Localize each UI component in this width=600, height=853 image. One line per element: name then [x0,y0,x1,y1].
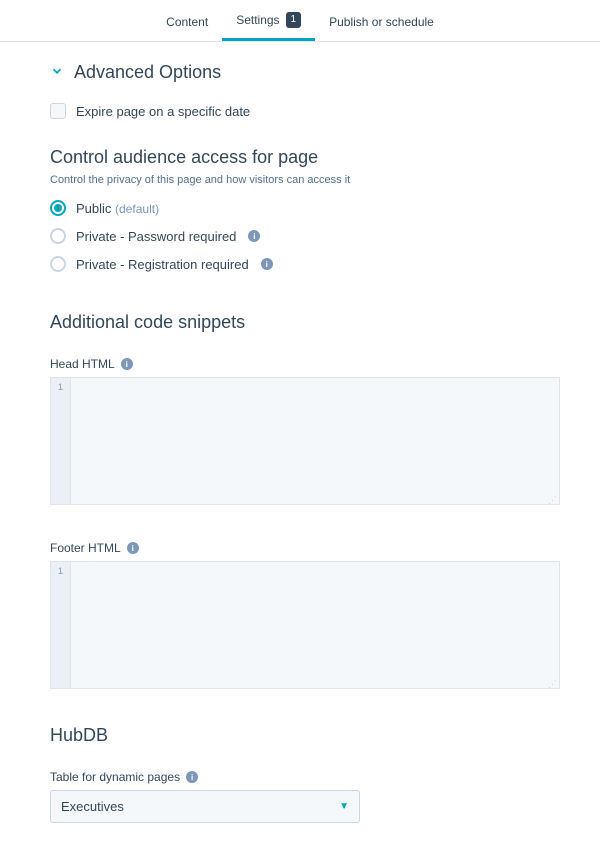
expire-checkbox[interactable] [50,103,66,119]
hubdb-table-label: Table for dynamic pages i [50,770,560,784]
head-html-textarea[interactable] [71,378,559,504]
radio-public-label: Public (default) [76,201,159,216]
tab-publish[interactable]: Publish or schedule [315,6,448,41]
tabs-nav: Content Settings 1 Publish or schedule [0,0,600,42]
radio-public[interactable] [50,200,66,216]
radio-private-registration[interactable] [50,256,66,272]
radio-private-password-label: Private - Password required [76,229,236,244]
editor-gutter: 1 [51,562,71,688]
audience-heading: Control audience access for page [50,147,560,168]
audience-radio-group: Public (default) Private - Password requ… [50,200,560,272]
hubdb-table-select[interactable]: Executives ▼ [50,790,360,823]
head-html-editor[interactable]: 1 ⋰ [50,377,560,505]
snippets-heading: Additional code snippets [50,312,560,333]
editor-gutter: 1 [51,378,71,504]
caret-down-icon: ▼ [339,801,349,812]
resize-handle-icon[interactable]: ⋰ [548,682,557,687]
info-icon[interactable]: i [186,771,198,783]
head-html-label: Head HTML i [50,357,560,371]
resize-handle-icon[interactable]: ⋰ [548,498,557,503]
expire-label: Expire page on a specific date [76,104,250,119]
radio-private-registration-label: Private - Registration required [76,257,249,272]
radio-private-password[interactable] [50,228,66,244]
footer-html-textarea[interactable] [71,562,559,688]
hubdb-selected-value: Executives [61,799,124,814]
info-icon[interactable]: i [127,542,139,554]
footer-html-editor[interactable]: 1 ⋰ [50,561,560,689]
info-icon[interactable]: i [261,258,273,270]
advanced-options-toggle[interactable]: Advanced Options [50,62,560,83]
info-icon[interactable]: i [121,358,133,370]
tab-content[interactable]: Content [152,6,222,41]
tab-settings[interactable]: Settings 1 [222,6,315,41]
chevron-down-icon [50,64,64,81]
hubdb-heading: HubDB [50,725,560,746]
settings-panel: Advanced Options Expire page on a specif… [0,42,600,853]
info-icon[interactable]: i [248,230,260,242]
settings-badge: 1 [286,12,302,28]
footer-html-label: Footer HTML i [50,541,560,555]
audience-subtext: Control the privacy of this page and how… [50,174,560,186]
advanced-options-title: Advanced Options [74,62,221,83]
